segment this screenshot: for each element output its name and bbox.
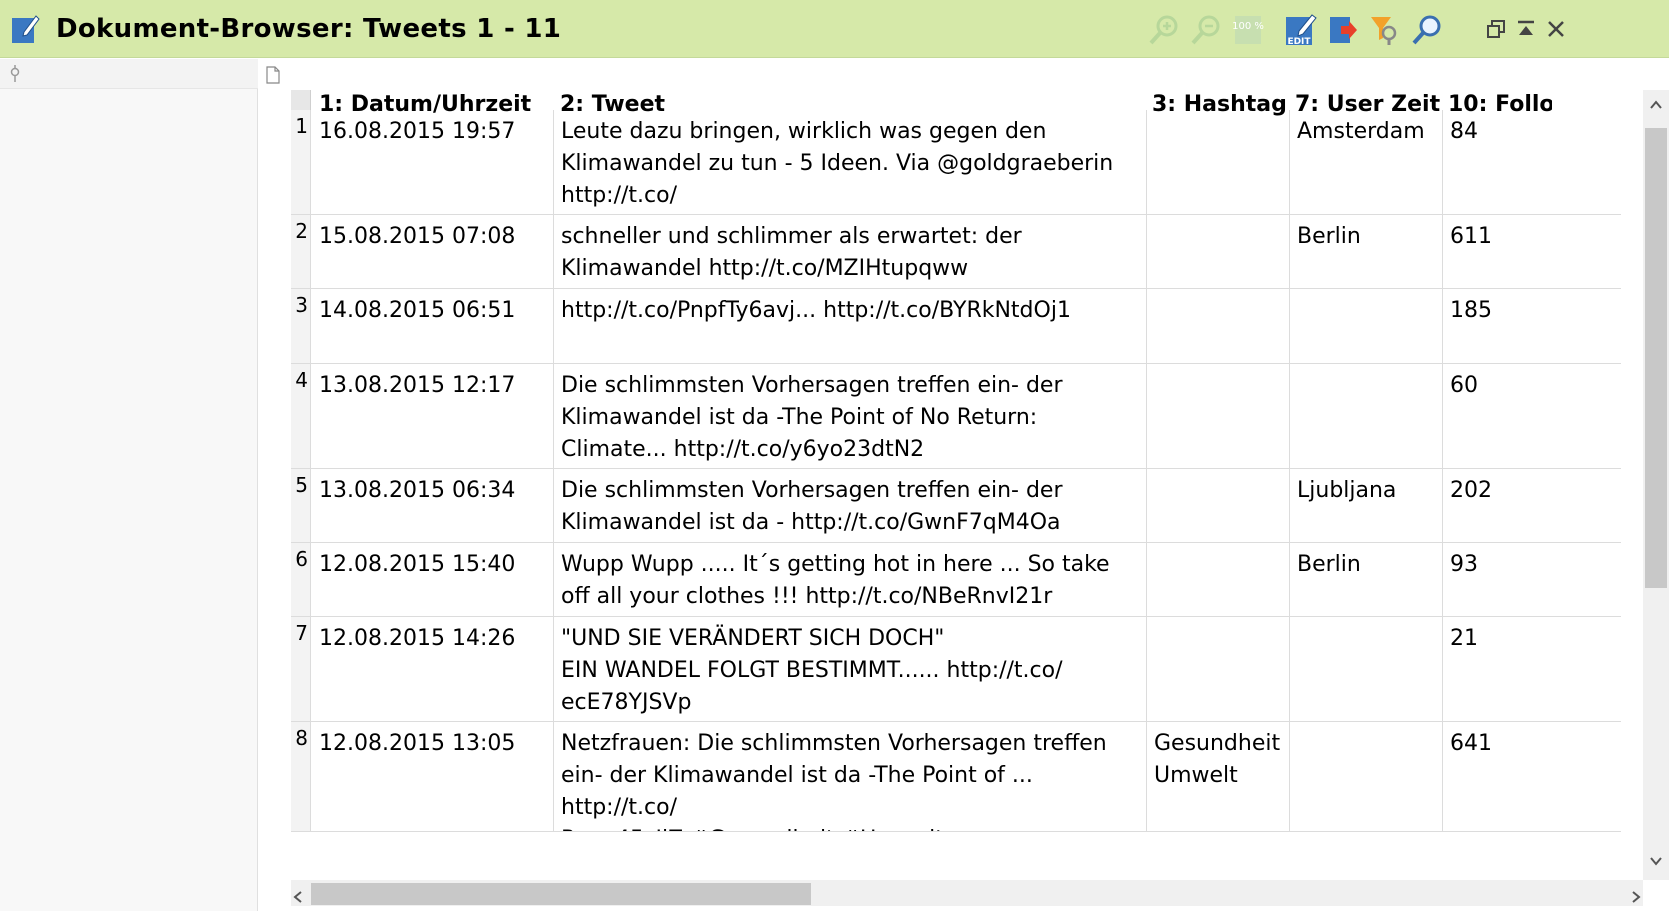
table-row[interactable]: 8 12.08.2015 13:05 Netzfrauen: Die schli… (291, 722, 1621, 832)
row-number[interactable]: 1 (291, 110, 311, 214)
export-icon[interactable] (1326, 13, 1360, 47)
zoom-in-icon[interactable] (1147, 13, 1181, 47)
cell-datetime[interactable]: 13.08.2015 12:17 (312, 364, 554, 468)
table-row[interactable]: 1 16.08.2015 19:57 Leute dazu bringen, w… (291, 110, 1621, 215)
filter-icon[interactable] (1368, 13, 1402, 47)
cell-datetime[interactable]: 12.08.2015 13:05 (312, 722, 554, 831)
table-row[interactable]: 3 14.08.2015 06:51 http://t.co/PnpfTy6av… (291, 289, 1621, 364)
pin-icon[interactable] (8, 65, 22, 83)
cell-tweet[interactable]: Leute dazu bringen, wirklich was gegen d… (554, 110, 1147, 214)
cell-user-zeit[interactable] (1290, 289, 1443, 363)
collapse-window-icon[interactable] (1513, 16, 1539, 42)
horizontal-scroll-thumb[interactable] (311, 883, 811, 905)
row-number[interactable]: 5 (291, 469, 311, 542)
cell-follow[interactable]: 641 (1443, 722, 1623, 831)
cell-tweet[interactable]: Die schlimmsten Vorhersagen treffen ein-… (554, 364, 1147, 468)
table-row[interactable]: 5 13.08.2015 06:34 Die schlimmsten Vorhe… (291, 469, 1621, 543)
cell-hashtags[interactable] (1147, 364, 1290, 468)
cell-tweet[interactable]: http://t.co/PnpfTy6avj... http://t.co/BY… (554, 289, 1147, 363)
scroll-up-icon[interactable] (1650, 94, 1662, 115)
title-bar: Dokument-Browser: Tweets 1 - 11 100 % ED… (0, 0, 1669, 58)
horizontal-scrollbar[interactable] (291, 880, 1643, 906)
row-number[interactable]: 6 (291, 543, 311, 616)
cell-datetime[interactable]: 14.08.2015 06:51 (312, 289, 554, 363)
table-row[interactable]: 4 13.08.2015 12:17 Die schlimmsten Vorhe… (291, 364, 1621, 469)
table-row[interactable]: 7 12.08.2015 14:26 "UND SIE VERÄNDERT SI… (291, 617, 1621, 722)
document-table: 1: Datum/Uhrzeit 2: Tweet 3: Hashtags 7:… (291, 90, 1643, 880)
vertical-scrollbar[interactable] (1643, 90, 1669, 880)
cell-user-zeit[interactable] (1290, 722, 1443, 831)
table-row[interactable]: 6 12.08.2015 15:40 Wupp Wupp ..... It´s … (291, 543, 1621, 617)
cell-hashtags[interactable]: Gesundheit Umwelt (1147, 722, 1290, 831)
document-edit-icon (10, 13, 40, 45)
scroll-left-icon[interactable] (293, 887, 303, 908)
scroll-down-icon[interactable] (1650, 850, 1662, 871)
table-corner[interactable] (291, 90, 311, 112)
zoom-out-icon[interactable] (1189, 13, 1223, 47)
edit-icon[interactable]: EDIT (1284, 13, 1318, 47)
table-row[interactable]: 2 15.08.2015 07:08 schneller und schlimm… (291, 215, 1621, 289)
cell-datetime[interactable]: 15.08.2015 07:08 (312, 215, 554, 288)
cell-user-zeit[interactable]: Berlin (1290, 215, 1443, 288)
cell-tweet[interactable]: schneller und schlimmer als erwartet: de… (554, 215, 1147, 288)
scroll-right-icon[interactable] (1631, 887, 1641, 908)
row-number[interactable]: 7 (291, 617, 311, 721)
cell-follow[interactable]: 93 (1443, 543, 1623, 616)
cell-hashtags[interactable] (1147, 215, 1290, 288)
cell-tweet[interactable]: Netzfrauen: Die schlimmsten Vorhersagen … (554, 722, 1147, 831)
row-number[interactable]: 3 (291, 289, 311, 363)
restore-window-icon[interactable] (1483, 16, 1509, 42)
cell-user-zeit[interactable]: Ljubljana (1290, 469, 1443, 542)
row-number[interactable]: 2 (291, 215, 311, 288)
cell-user-zeit[interactable]: Berlin (1290, 543, 1443, 616)
cell-datetime[interactable]: 16.08.2015 19:57 (312, 110, 554, 214)
cell-user-zeit[interactable] (1290, 617, 1443, 721)
left-pane-header (0, 59, 258, 89)
close-icon[interactable] (1543, 16, 1569, 42)
search-icon[interactable] (1410, 13, 1444, 47)
cell-follow[interactable]: 202 (1443, 469, 1623, 542)
cell-user-zeit[interactable]: Amsterdam (1290, 110, 1443, 214)
cell-hashtags[interactable] (1147, 543, 1290, 616)
cell-hashtags[interactable] (1147, 110, 1290, 214)
cell-datetime[interactable]: 12.08.2015 15:40 (312, 543, 554, 616)
cell-follow[interactable]: 185 (1443, 289, 1623, 363)
left-pane (0, 59, 258, 911)
cell-follow[interactable]: 60 (1443, 364, 1623, 468)
zoom-100-text: 100 % (1232, 21, 1264, 32)
cell-follow[interactable]: 84 (1443, 110, 1623, 214)
vertical-scroll-thumb[interactable] (1645, 128, 1667, 588)
cell-hashtags[interactable] (1147, 469, 1290, 542)
cell-hashtags[interactable] (1147, 289, 1290, 363)
cell-datetime[interactable]: 12.08.2015 14:26 (312, 617, 554, 721)
cell-tweet[interactable]: Wupp Wupp ..... It´s getting hot in here… (554, 543, 1147, 616)
cell-tweet[interactable]: Die schlimmsten Vorhersagen treffen ein-… (554, 469, 1147, 542)
row-number[interactable]: 4 (291, 364, 311, 468)
row-number[interactable]: 8 (291, 722, 311, 831)
cell-tweet[interactable]: "UND SIE VERÄNDERT SICH DOCH" EIN WANDEL… (554, 617, 1147, 721)
cell-follow[interactable]: 21 (1443, 617, 1623, 721)
edit-icon-label: EDIT (1287, 37, 1311, 47)
cell-follow[interactable]: 611 (1443, 215, 1623, 288)
cell-user-zeit[interactable] (1290, 364, 1443, 468)
cell-hashtags[interactable] (1147, 617, 1290, 721)
cell-datetime[interactable]: 13.08.2015 06:34 (312, 469, 554, 542)
document-icon (265, 66, 281, 84)
zoom-100-icon[interactable]: 100 % (1231, 13, 1265, 47)
window-title: Dokument-Browser: Tweets 1 - 11 (56, 14, 562, 44)
